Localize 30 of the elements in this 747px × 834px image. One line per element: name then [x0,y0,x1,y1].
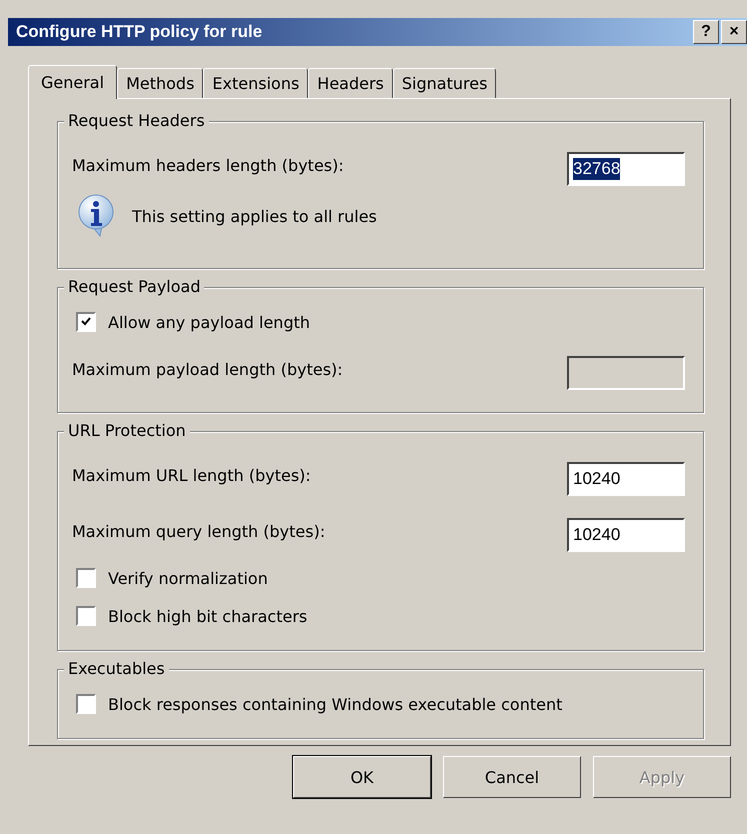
tab[interactable]: Signatures [392,68,496,98]
tab[interactable]: General [28,65,118,99]
dialog-button[interactable]: OK [293,756,431,798]
field-label: Maximum URL length (bytes): [72,466,311,484]
input-field[interactable]: 10240 [567,462,685,496]
input-field[interactable]: 10240 [567,518,685,552]
tab[interactable]: Methods [117,68,204,98]
checkbox-label: Allow any payload length [108,312,310,332]
checkbox[interactable] [76,312,96,332]
input-field[interactable]: 32768 [567,152,685,186]
group-title: Request Payload [64,277,204,296]
close-button[interactable]: × [721,20,747,44]
checkbox-label: Block high bit characters [108,606,308,626]
checkbox[interactable] [76,568,96,588]
field-label: Maximum query length (bytes): [72,522,326,540]
window-title: Configure HTTP policy for rule [16,22,262,42]
info-icon [76,194,116,238]
tab[interactable]: Extensions [203,68,308,98]
field-label: Maximum payload length (bytes): [72,360,343,378]
check-mark-icon [80,316,92,328]
checkbox[interactable] [76,694,96,714]
info-text: This setting applies to all rules [132,206,377,226]
checkbox-label: Block responses containing Windows executable content [108,694,562,714]
tab[interactable]: Headers [308,68,393,98]
group-title: Request Headers [64,111,209,130]
dialog-button[interactable]: Cancel [443,756,581,798]
help-button[interactable]: ? [693,20,719,44]
checkbox[interactable] [76,606,96,626]
checkbox-label: Verify normalization [108,568,268,588]
field-label: Maximum headers length (bytes): [72,156,344,174]
